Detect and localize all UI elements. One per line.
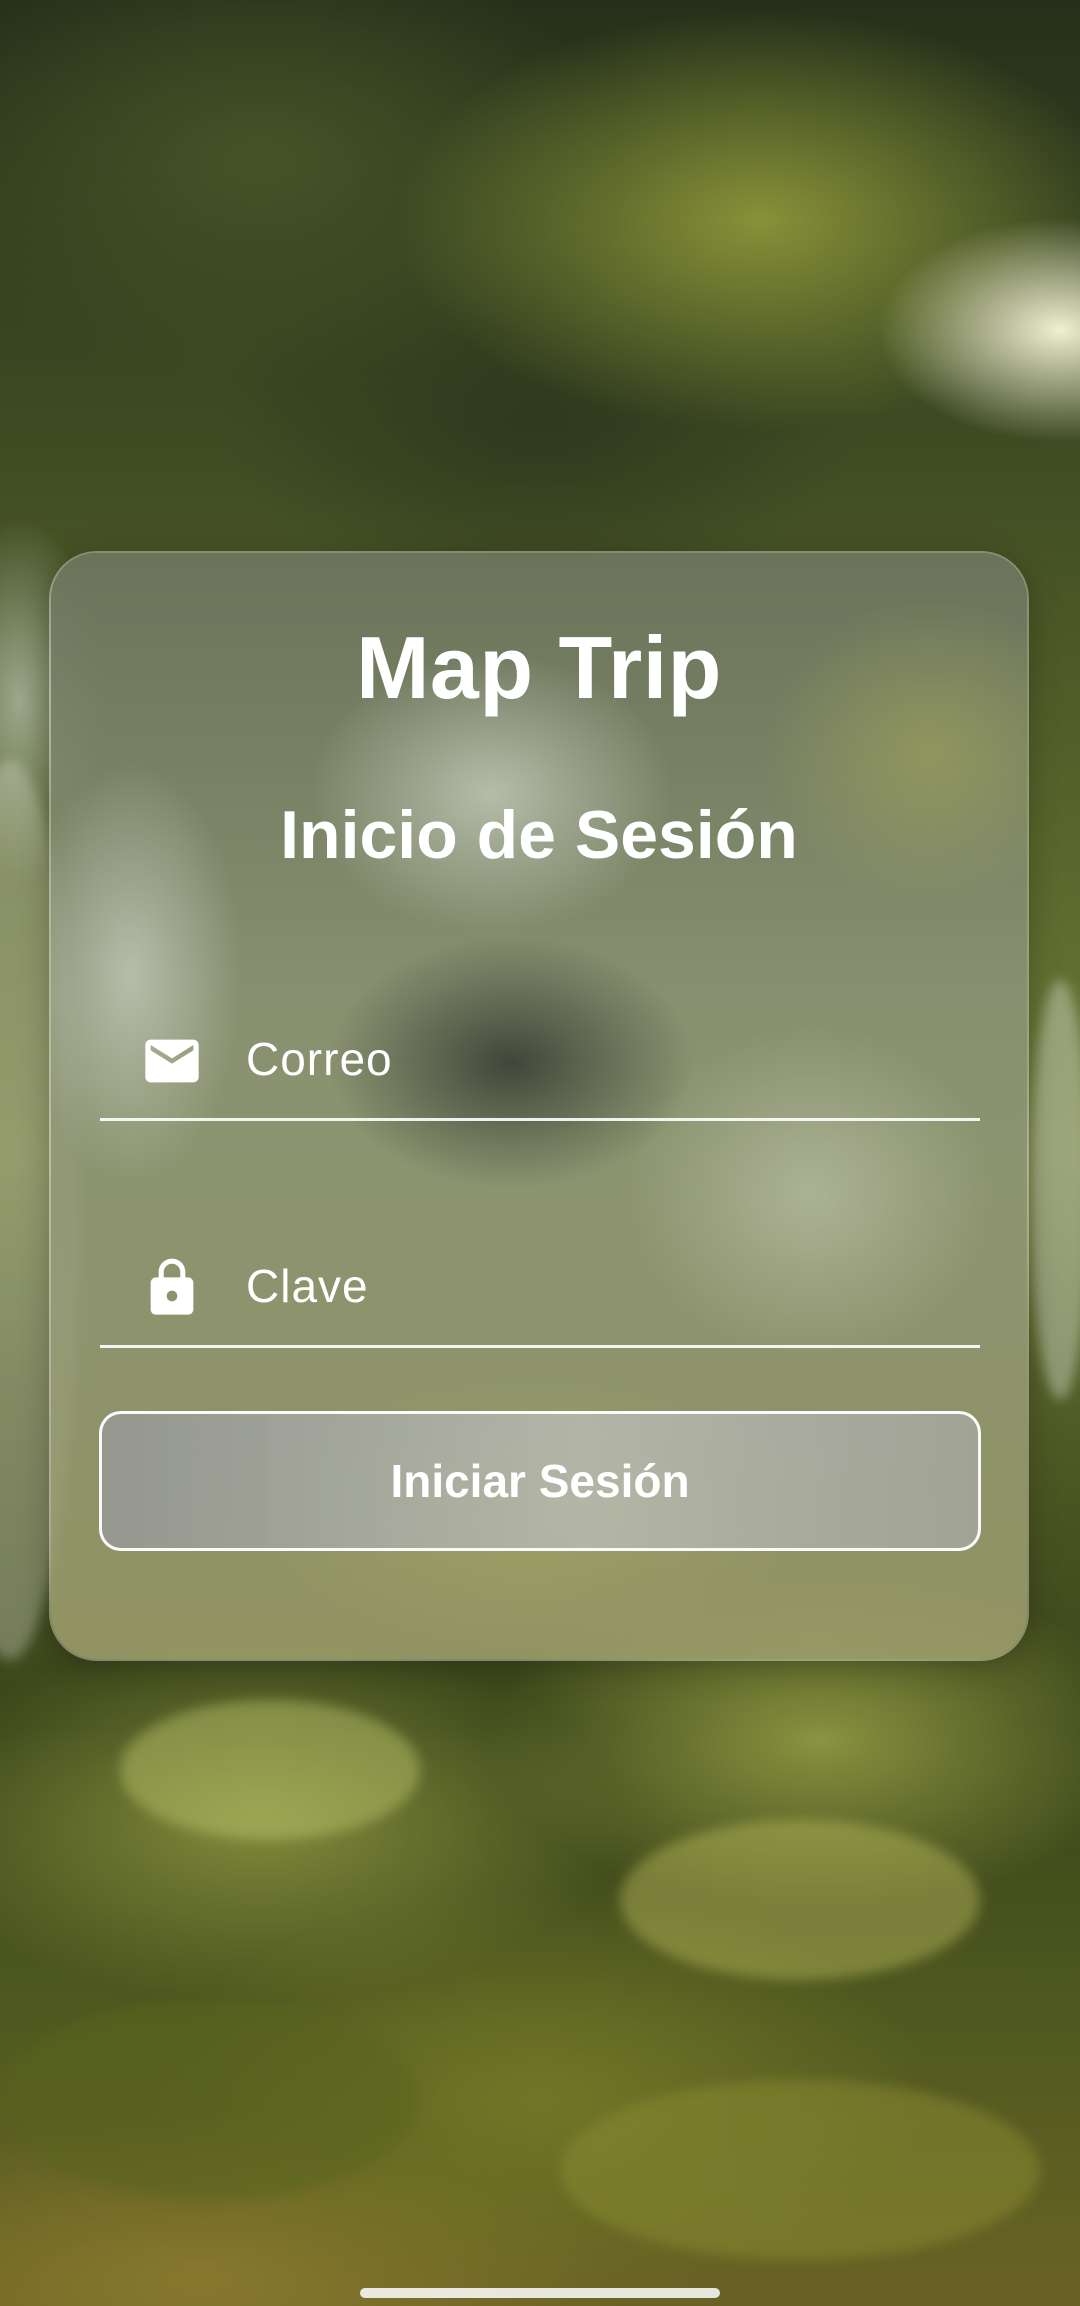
background-fern <box>560 2080 1040 2260</box>
email-placeholder: Correo <box>246 1033 393 1085</box>
background-tree-trunk <box>1030 980 1080 1400</box>
password-placeholder: Clave <box>246 1260 369 1312</box>
password-field[interactable]: Clave <box>100 1232 980 1348</box>
email-field[interactable]: Correo <box>100 1005 980 1121</box>
login-card: Map Trip Inicio de Sesión Correo Clave I… <box>49 551 1029 1661</box>
login-button[interactable]: Iniciar Sesión <box>99 1411 981 1551</box>
app-title: Map Trip <box>356 618 722 717</box>
background-fern <box>620 1820 980 1980</box>
mail-icon <box>140 1029 204 1093</box>
lock-icon <box>140 1256 204 1320</box>
background-fern <box>0 2000 420 2200</box>
login-button-label: Iniciar Sesión <box>390 1455 690 1507</box>
page-title: Inicio de Sesión <box>280 797 798 873</box>
background-fern <box>120 1700 420 1840</box>
home-indicator[interactable] <box>360 2288 720 2298</box>
